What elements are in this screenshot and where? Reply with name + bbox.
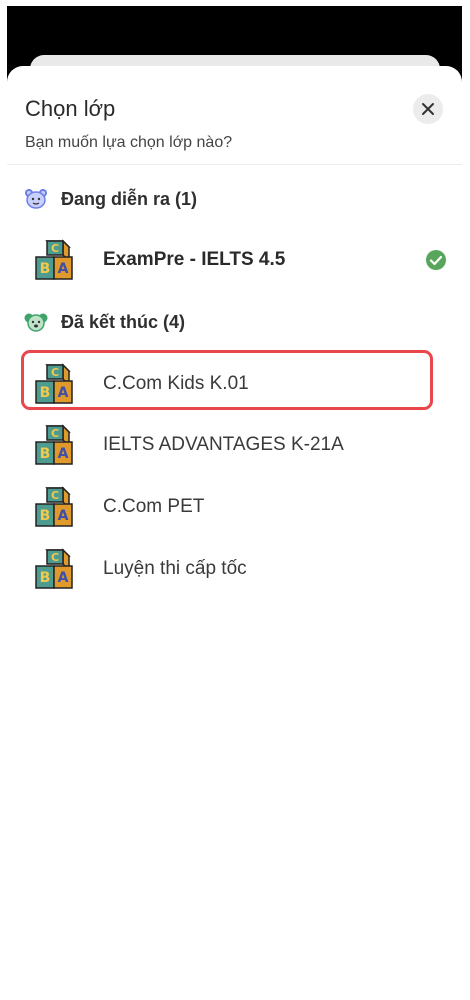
abc-blocks-icon: C B A — [35, 424, 73, 465]
highlight-annotation-box — [21, 350, 433, 410]
class-name: Luyện thi cấp tốc — [103, 558, 247, 579]
bear-face-icon — [23, 186, 49, 212]
check-circle-icon — [426, 250, 446, 270]
koala-face-icon — [23, 309, 49, 335]
sheet-subtitle: Bạn muốn lựa chọn lớp nào? — [25, 134, 233, 151]
section-label: Đã kết thúc (4) — [61, 311, 186, 332]
svg-text:B: B — [40, 570, 51, 586]
class-item-ccom-pet[interactable]: C B A C.Com PET — [23, 479, 447, 535]
svg-text:A: A — [58, 570, 69, 586]
close-button[interactable] — [413, 94, 443, 124]
svg-text:C: C — [51, 551, 59, 564]
section-label: Đang diễn ra (1) — [61, 188, 198, 209]
header-divider — [7, 164, 462, 165]
class-item-ielts-advantages[interactable]: C B A IELTS ADVANTAGES K-21A — [23, 417, 447, 473]
close-icon — [422, 103, 434, 115]
section-ongoing-header: Đang diễn ra (1) — [23, 184, 197, 214]
class-select-sheet: Chọn lớp Bạn muốn lựa chọn lớp nào? Đang… — [7, 66, 462, 994]
svg-text:C: C — [51, 242, 59, 255]
abc-blocks-icon: C B A — [35, 486, 73, 527]
section-finished-header: Đã kết thúc (4) — [23, 307, 185, 337]
svg-text:A: A — [58, 261, 69, 277]
abc-blocks-icon: C B A — [35, 548, 73, 589]
class-item-luyen-thi[interactable]: C B A Luyện thi cấp tốc — [23, 541, 447, 597]
class-name: ExamPre - IELTS 4.5 — [103, 249, 286, 270]
class-item-exampre[interactable]: C B A ExamPre - IELTS 4.5 — [23, 232, 447, 288]
svg-text:C: C — [51, 427, 59, 440]
svg-text:B: B — [40, 446, 51, 462]
class-name: IELTS ADVANTAGES K-21A — [103, 434, 344, 455]
screenshot-frame: Chọn lớp Bạn muốn lựa chọn lớp nào? Đang… — [0, 0, 470, 1000]
class-name: C.Com PET — [103, 496, 205, 517]
abc-blocks-icon: C B A — [35, 239, 73, 280]
svg-text:C: C — [51, 489, 59, 502]
svg-text:A: A — [58, 508, 69, 524]
sheet-title: Chọn lớp — [25, 96, 116, 121]
svg-text:B: B — [40, 261, 51, 277]
svg-text:A: A — [58, 446, 69, 462]
svg-text:B: B — [40, 508, 51, 524]
